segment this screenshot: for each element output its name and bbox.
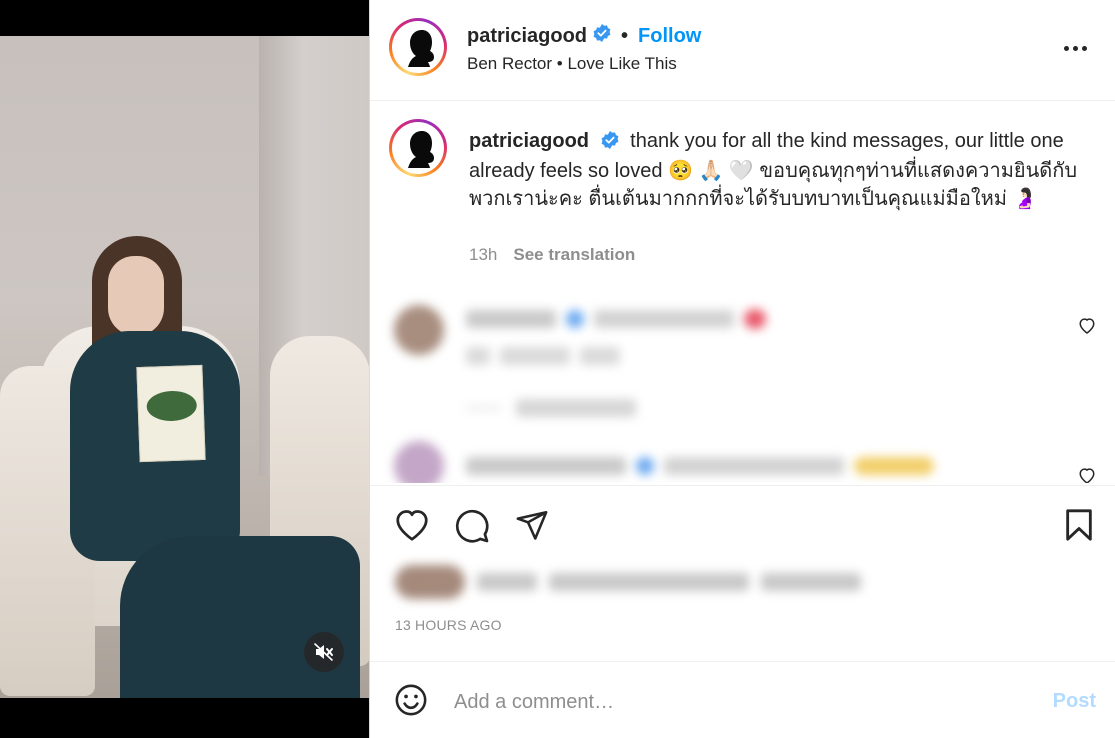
action-bar [370, 485, 1115, 565]
follow-button[interactable]: Follow [638, 25, 701, 48]
caption-text-block: patriciagood thank you for all the kind … [469, 127, 1079, 213]
verified-badge-icon [601, 129, 619, 157]
caption-username[interactable]: patriciagood [469, 130, 589, 152]
comment-icon[interactable] [454, 508, 490, 544]
post-video[interactable] [0, 36, 369, 698]
see-translation-button[interactable]: See translation [513, 245, 635, 265]
add-comment-bar: Post [370, 661, 1115, 738]
blurred-comment [394, 305, 444, 355]
post-timestamp[interactable]: 13 HOURS AGO [395, 617, 502, 633]
silhouette-avatar-icon [408, 131, 434, 168]
caption-age[interactable]: 13h [469, 245, 497, 265]
verified-badge-icon [593, 24, 611, 48]
caption-avatar[interactable] [389, 119, 447, 177]
blurred-comment-text [466, 309, 766, 329]
blurred-likes [395, 565, 861, 599]
muted-speaker-icon [314, 643, 333, 661]
blurred-view-replies [466, 399, 636, 417]
book [136, 364, 206, 463]
post-comment-button[interactable]: Post [1053, 690, 1096, 713]
more-options-icon[interactable] [1064, 38, 1090, 58]
bookmark-icon[interactable] [1064, 508, 1094, 542]
separator-dot: • [621, 24, 629, 47]
post-details-panel: patriciagood • Follow Ben Rector • Love … [369, 0, 1115, 738]
share-icon[interactable] [514, 508, 550, 542]
blurred-comment-2-text [466, 457, 934, 475]
media-pane [0, 0, 369, 738]
comments-list[interactable] [370, 283, 1115, 483]
audio-track[interactable]: Ben Rector • Love Like This [467, 54, 677, 74]
post-modal: patriciagood • Follow Ben Rector • Love … [0, 0, 1115, 738]
author-username[interactable]: patriciagood [467, 25, 587, 48]
mute-button[interactable] [304, 632, 344, 672]
silhouette-avatar-icon [408, 30, 434, 67]
heart-icon[interactable] [394, 508, 430, 542]
emoji-icon[interactable] [394, 683, 428, 717]
author-avatar[interactable] [389, 18, 447, 76]
comment-input[interactable] [454, 684, 1014, 720]
person-figure [60, 236, 360, 698]
post-header: patriciagood • Follow Ben Rector • Love … [370, 0, 1115, 101]
comment-like-heart-icon[interactable] [1078, 317, 1096, 334]
comment-like-heart-icon[interactable] [1078, 467, 1096, 483]
blurred-comment-2 [394, 441, 444, 483]
blurred-comment-meta [466, 347, 620, 365]
